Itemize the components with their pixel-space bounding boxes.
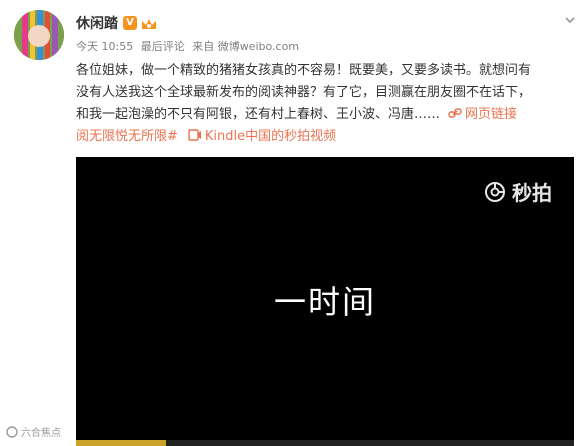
verified-badge: V <box>123 16 137 30</box>
chevron-down-icon[interactable] <box>563 12 577 26</box>
video-progress-bar[interactable] <box>76 440 574 446</box>
web-link-label: 网页链接 <box>465 107 518 122</box>
watermark: 六合焦点 <box>6 424 61 439</box>
post-text: 各位姐妹，做一个精致的猪猪女孩真的不容易！既要美，又要多读书。就想问有 没有人送… <box>76 60 576 148</box>
watermark-text: 六合焦点 <box>21 428 61 439</box>
video-caption: 一时间 <box>273 283 376 321</box>
video-link[interactable]: Kindle中国的秒拍视频 <box>205 129 336 144</box>
post-text-line: 没有人送我这个全球最新发布的阅读神器？有了它，目测赢在朋友圈不在话下， <box>76 85 532 100</box>
post-meta: 今天 10:55 最后评论 来自 微博weibo.com <box>76 38 303 54</box>
post-time[interactable]: 今天 10:55 <box>76 40 133 53</box>
watermark-logo-icon <box>6 425 18 438</box>
username[interactable]: 休闲踏 <box>76 13 118 33</box>
miaopai-logo-icon <box>485 181 505 202</box>
hashtag-link[interactable]: 阅无限悦无所限# <box>76 129 178 144</box>
web-link[interactable]: 网页链接 <box>448 107 517 122</box>
post-source[interactable]: 来自 微博weibo.com <box>192 40 299 53</box>
link-icon <box>448 105 462 118</box>
post-edited: 最后评论 <box>140 40 185 53</box>
post-text-line: 各位姐妹，做一个精致的猪猪女孩真的不容易！既要美，又要多读书。就想问有 <box>76 63 532 78</box>
post-text-line: 和我一起泡澡的不只有阿银，还有村上春树、王小波、冯唐…… 网页链接 <box>76 104 576 126</box>
post-text-line: 阅无限悦无所限# Kindle中国的秒拍视频 <box>76 126 576 148</box>
video-link-icon <box>188 127 202 141</box>
post-header: 休闲踏 V <box>76 12 158 34</box>
miaopai-brand: 秒拍 <box>512 181 552 205</box>
video-progress-fill <box>76 440 166 446</box>
video-player[interactable]: 秒拍 一时间 <box>76 157 574 446</box>
miaopai-logo: 秒拍 <box>484 177 552 206</box>
crown-icon <box>140 16 158 30</box>
avatar[interactable] <box>14 10 64 60</box>
post-text-line-content: 和我一起泡澡的不只有阿银，还有村上春树、王小波、冯唐…… <box>76 107 441 122</box>
